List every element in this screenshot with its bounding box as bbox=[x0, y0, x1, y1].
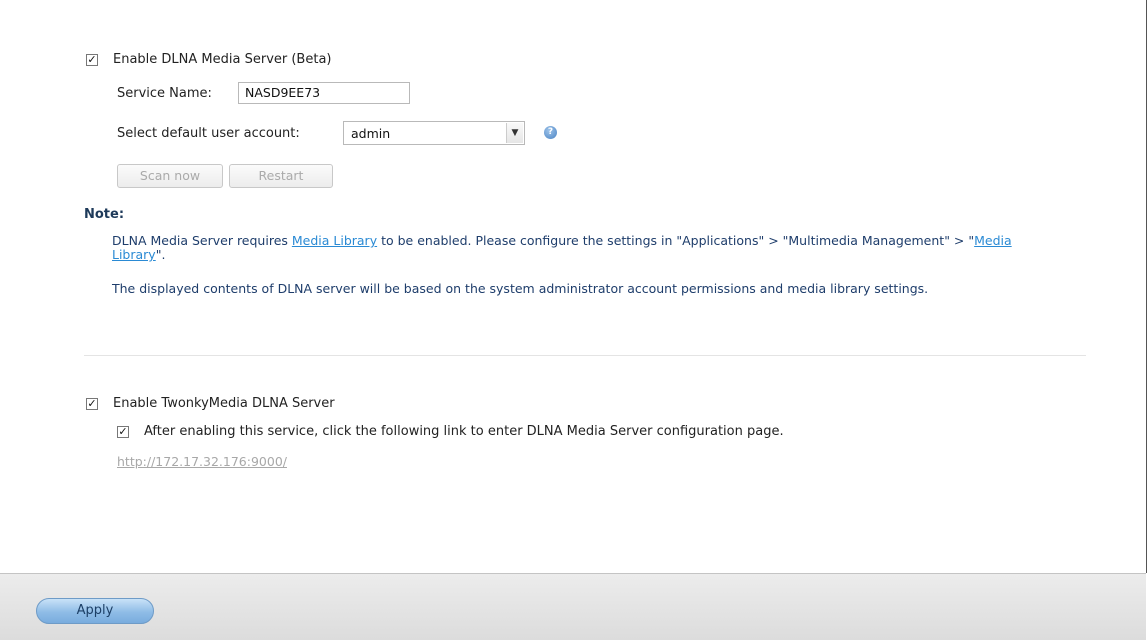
default-account-select[interactable]: admin ▼ bbox=[343, 121, 525, 145]
enable-twonky-checkbox[interactable]: ✓ bbox=[86, 398, 98, 410]
service-name-label: Service Name: bbox=[117, 86, 212, 101]
enable-dlna-label: Enable DLNA Media Server (Beta) bbox=[113, 52, 332, 67]
footer-bar bbox=[0, 573, 1146, 640]
settings-panel: ✓ Enable DLNA Media Server (Beta) Servic… bbox=[0, 0, 1147, 573]
chevron-down-icon[interactable]: ▼ bbox=[506, 123, 523, 143]
media-library-link[interactable]: Media Library bbox=[292, 233, 377, 248]
config-link-checkbox[interactable]: ✓ bbox=[117, 426, 129, 438]
config-link-label: After enabling this service, click the f… bbox=[144, 424, 784, 439]
note-line-1-text: DLNA Media Server requires bbox=[112, 233, 292, 248]
twonky-config-link[interactable]: http://172.17.32.176:9000/ bbox=[117, 454, 287, 469]
note-line-1: DLNA Media Server requires Media Library… bbox=[112, 234, 1042, 262]
help-icon[interactable]: ? bbox=[544, 126, 557, 139]
scan-now-button[interactable]: Scan now bbox=[117, 164, 223, 188]
default-account-label: Select default user account: bbox=[117, 126, 300, 141]
note-line-1-text: to be enabled. Please configure the sett… bbox=[377, 233, 975, 248]
enable-dlna-checkbox[interactable]: ✓ bbox=[86, 54, 98, 66]
section-divider bbox=[84, 355, 1086, 356]
service-name-input[interactable]: NASD9EE73 bbox=[238, 82, 410, 104]
note-line-1-text: ". bbox=[155, 247, 166, 262]
restart-button[interactable]: Restart bbox=[229, 164, 333, 188]
note-line-2: The displayed contents of DLNA server wi… bbox=[112, 281, 929, 296]
default-account-value: admin bbox=[351, 126, 391, 141]
enable-twonky-label: Enable TwonkyMedia DLNA Server bbox=[113, 396, 335, 411]
apply-button[interactable]: Apply bbox=[36, 598, 154, 624]
note-title: Note: bbox=[84, 207, 125, 222]
